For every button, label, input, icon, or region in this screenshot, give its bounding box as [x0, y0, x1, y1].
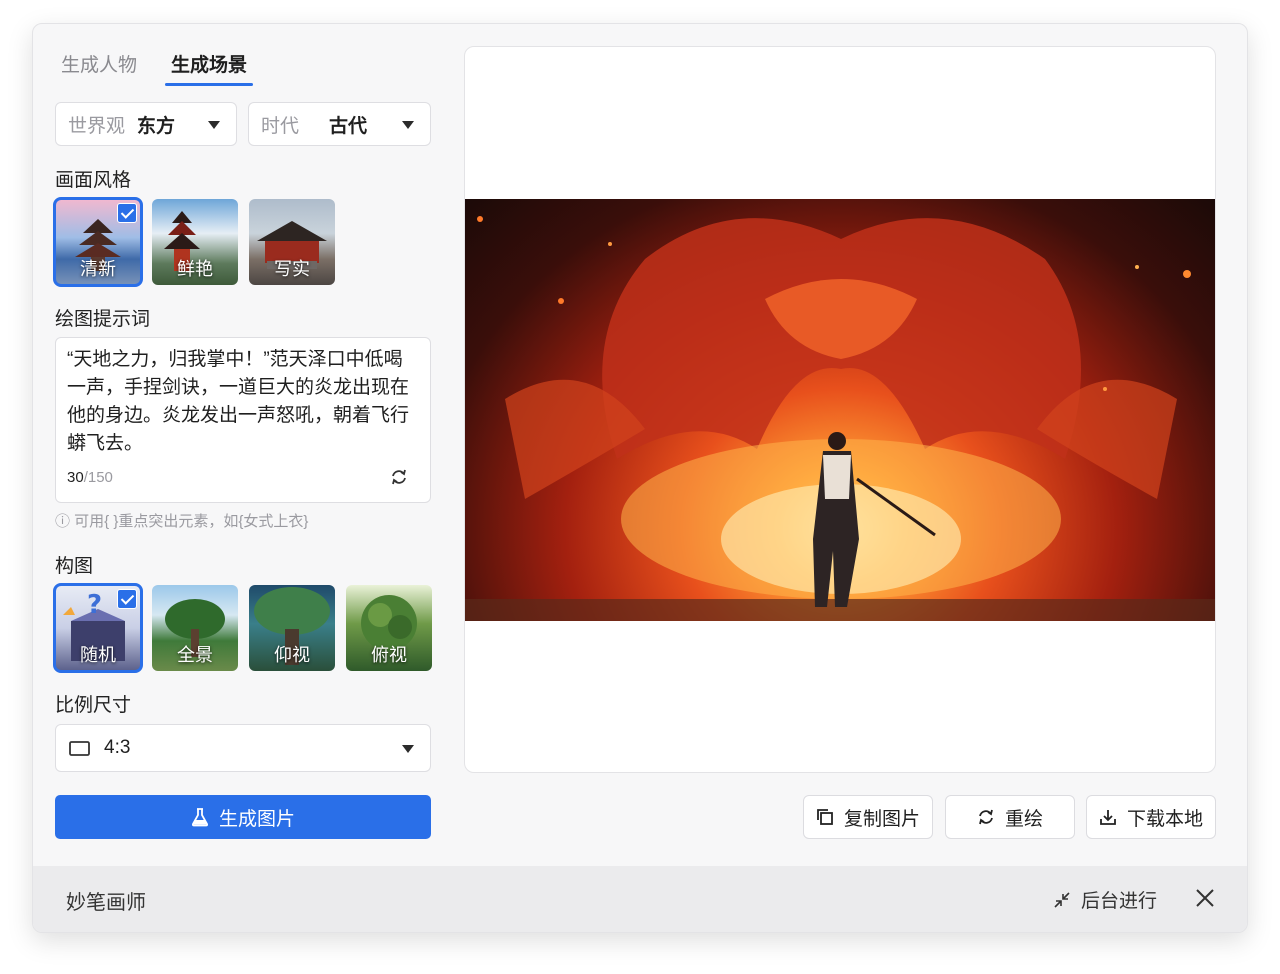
composition-caption: 仰视 [274, 645, 310, 665]
char-counter: 30/150 [67, 469, 113, 486]
style-option-vivid[interactable]: 鲜艳 [152, 199, 238, 285]
copy-label: 复制图片 [843, 808, 920, 830]
style-caption: 鲜艳 [177, 259, 213, 279]
app-title: 妙笔画师 [66, 892, 146, 914]
prompt-textarea[interactable]: “天地之力，归我掌中！”范天泽口中低喝一声，手捏剑诀，一道巨大的炎龙出现在他的身… [55, 337, 431, 503]
style-caption: 写实 [274, 259, 310, 279]
composition-caption: 俯视 [371, 645, 407, 665]
aspect-ratio-icon [69, 741, 90, 756]
style-caption: 清新 [80, 259, 116, 279]
copy-image-button[interactable]: 复制图片 [803, 795, 933, 839]
char-max: /150 [83, 469, 113, 486]
worldview-label: 世界观 [68, 115, 126, 137]
tab-bar: 生成人物 生成场景 [61, 50, 254, 86]
composition-option-low-angle[interactable]: 仰视 [249, 585, 335, 671]
ratio-value: 4:3 [104, 737, 131, 758]
chevron-down-icon [402, 745, 414, 753]
footer-bar: 妙笔画师 后台进行 [33, 866, 1247, 932]
era-label: 时代 [261, 115, 300, 137]
prompt-label: 绘图提示词 [55, 309, 151, 330]
close-icon[interactable] [1193, 886, 1217, 910]
ratio-select[interactable]: 4:3 [55, 724, 431, 772]
svg-text:?: ? [87, 590, 102, 620]
chevron-down-icon [402, 121, 414, 129]
era-select[interactable]: 时代 古代 [248, 102, 431, 146]
generate-image-button[interactable]: 生成图片 [55, 795, 431, 839]
prompt-text: “天地之力，归我掌中！”范天泽口中低喝一声，手捏剑诀，一道巨大的炎龙出现在他的身… [67, 349, 410, 454]
background-label: 后台进行 [1081, 891, 1158, 912]
composition-caption: 全景 [177, 645, 213, 665]
style-label: 画面风格 [55, 170, 132, 191]
redraw-icon [979, 809, 993, 825]
style-option-realistic[interactable]: 写实 [249, 199, 335, 285]
ratio-label: 比例尺寸 [55, 695, 132, 716]
composition-options: ? 随机 全景 仰视 俯视 [53, 583, 432, 673]
composition-option-panorama[interactable]: 全景 [152, 585, 238, 671]
redraw-label: 重绘 [1004, 808, 1043, 830]
composition-option-random[interactable]: ? 随机 [53, 583, 143, 673]
redraw-button[interactable]: 重绘 [945, 795, 1075, 839]
refresh-icon[interactable] [390, 468, 408, 486]
copy-icon [817, 809, 833, 825]
prompt-hint: ⓘ 可用{ }重点突出元素，如{女式上衣} [55, 513, 309, 530]
generated-image [465, 199, 1215, 621]
download-button[interactable]: 下载本地 [1086, 795, 1216, 839]
worldview-value: 东方 [137, 115, 176, 137]
tab-generate-character[interactable]: 生成人物 [61, 50, 137, 86]
worldview-select[interactable]: 世界观 东方 [55, 102, 237, 146]
composition-caption: 随机 [80, 645, 116, 665]
checkbox-checked-icon [117, 203, 137, 223]
style-option-fresh[interactable]: 清新 [53, 197, 143, 287]
image-preview [464, 46, 1216, 773]
generate-label: 生成图片 [218, 808, 295, 830]
composition-option-top-down[interactable]: 俯视 [346, 585, 432, 671]
tab-generate-scene[interactable]: 生成场景 [165, 50, 254, 86]
run-in-background-button[interactable]: 后台进行 [1053, 886, 1157, 913]
checkbox-checked-icon [117, 589, 137, 609]
chevron-down-icon [208, 121, 220, 129]
dialog-window: 生成人物 生成场景 世界观 东方 时代 古代 画面风格 清新 鲜艳 写实 绘图提… [32, 23, 1248, 933]
composition-label: 构图 [55, 556, 94, 577]
char-count: 30 [67, 469, 84, 486]
style-options: 清新 鲜艳 写实 [53, 197, 335, 287]
era-value: 古代 [329, 115, 368, 137]
flask-icon [191, 808, 209, 827]
download-icon [1100, 810, 1116, 825]
download-label: 下载本地 [1126, 808, 1203, 830]
fire-dragon-artwork [465, 216, 1215, 621]
minimize-icon [1054, 891, 1070, 908]
